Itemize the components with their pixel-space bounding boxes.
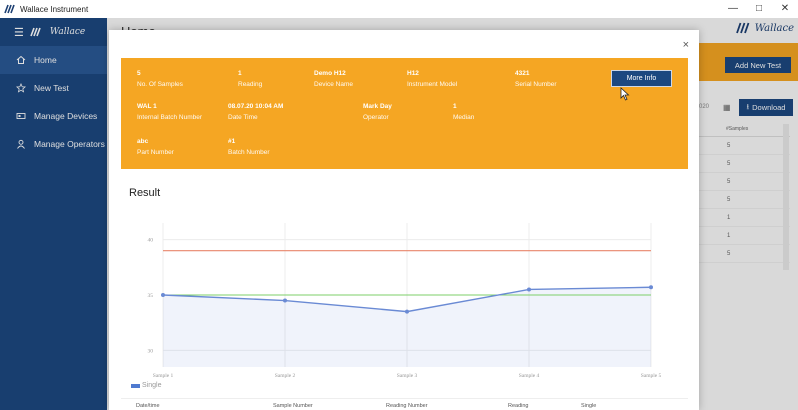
- x-tick-label: Sample 3: [397, 373, 418, 379]
- info-label: Device Name: [314, 81, 354, 88]
- info-instrument-model: H12 Instrument Model: [407, 70, 457, 88]
- data-point: [649, 285, 653, 290]
- readings-table-header: Date/time Sample Number Reading Number R…: [121, 398, 688, 410]
- y-tick-label: 40: [148, 238, 154, 244]
- mouse-cursor-icon: [620, 87, 630, 101]
- info-value: #1: [228, 138, 236, 145]
- info-label: Instrument Model: [407, 81, 458, 88]
- x-tick-label: Sample 4: [519, 373, 540, 379]
- column-header-sample-number[interactable]: Sample Number: [273, 403, 313, 409]
- info-operator: Mark Day Operator: [363, 103, 392, 121]
- window-controls: — □ ✕: [720, 0, 798, 18]
- info-median: 1 Median: [453, 103, 474, 121]
- x-tick-label: Sample 1: [153, 373, 174, 379]
- info-date-time: 08.07.20 10:04 AM Date Time: [228, 103, 283, 121]
- info-label: Part Number: [137, 149, 174, 156]
- data-point: [161, 293, 165, 297]
- data-point: [283, 298, 287, 303]
- test-info-panel: 5 No. Of Samples 1 Reading Demo H12 Devi…: [121, 58, 688, 169]
- info-value: 08.07.20 10:04 AM: [228, 103, 284, 110]
- info-label: Serial Number: [515, 81, 557, 88]
- info-value: WAL 1: [137, 103, 157, 110]
- info-reading: 1 Reading: [238, 70, 262, 88]
- data-point: [527, 287, 531, 292]
- wallace-logo-icon: [4, 4, 15, 14]
- info-value: 5: [137, 70, 141, 77]
- info-label: Batch Number: [228, 149, 270, 156]
- column-header-reading[interactable]: Reading: [508, 403, 529, 409]
- close-icon[interactable]: ×: [683, 39, 689, 51]
- x-tick-label: Sample 2: [275, 373, 296, 379]
- legend-swatch: [131, 383, 140, 388]
- info-serial-number: 4321 Serial Number: [515, 70, 557, 88]
- chart-svg: 30 35 40 Sample 1 Sample 2 Sample 3 Sample 4 Sa…: [148, 223, 662, 379]
- close-window-button[interactable]: ✕: [772, 0, 798, 18]
- info-value: H12: [407, 70, 419, 77]
- minimize-button[interactable]: —: [720, 0, 746, 18]
- info-label: No. Of Samples: [137, 81, 183, 88]
- y-tick-label: 30: [148, 348, 154, 354]
- column-header-single[interactable]: Single: [581, 403, 596, 409]
- title-bar: Wallace Instrument — □ ✕: [0, 0, 798, 18]
- maximize-button[interactable]: □: [746, 0, 772, 18]
- column-header-reading-number[interactable]: Reading Number: [386, 403, 428, 409]
- more-info-button[interactable]: More Info: [611, 70, 672, 87]
- result-title: Result: [129, 187, 161, 199]
- info-label: Median: [453, 114, 475, 121]
- data-point: [405, 309, 409, 314]
- info-batch-number: #1 Batch Number: [228, 138, 270, 156]
- y-tick-label: 35: [148, 293, 154, 299]
- legend-label: Single: [142, 382, 162, 389]
- info-label: Internal Batch Number: [137, 114, 203, 121]
- info-label: Reading: [238, 81, 263, 88]
- info-value: Demo H12: [314, 70, 346, 77]
- info-value: Mark Day: [363, 103, 392, 110]
- info-no-samples: 5 No. Of Samples: [137, 70, 183, 88]
- chart-legend: Single: [131, 382, 161, 389]
- info-device-name: Demo H12 Device Name: [314, 70, 353, 88]
- info-value: 1: [238, 70, 242, 77]
- result-modal: × 5 No. Of Samples 1 Reading Demo H12 De…: [109, 30, 699, 410]
- x-tick-label: Sample 5: [641, 373, 662, 379]
- info-label: Date Time: [228, 114, 258, 121]
- info-value: abc: [137, 138, 149, 145]
- info-value: 1: [453, 103, 457, 110]
- info-part-number: abc Part Number: [137, 138, 174, 156]
- info-label: Operator: [363, 114, 389, 121]
- window-title: Wallace Instrument: [20, 4, 89, 14]
- column-header-datetime[interactable]: Date/time: [136, 403, 160, 409]
- result-chart: 30 35 40 Sample 1 Sample 2 Sample 3 Sample 4 Sa…: [123, 215, 693, 410]
- info-batch-id: WAL 1 Internal Batch Number: [137, 103, 202, 121]
- info-value: 4321: [515, 70, 530, 77]
